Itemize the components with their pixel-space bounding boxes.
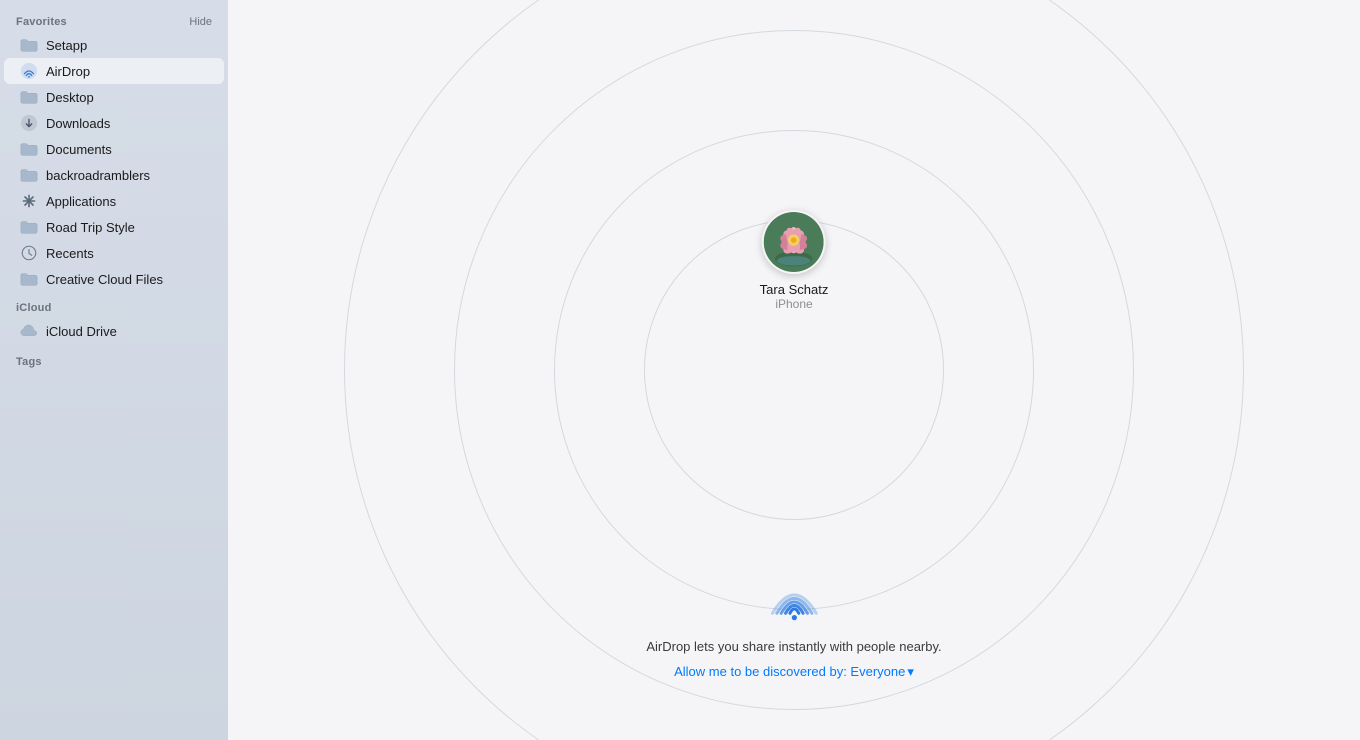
sidebar-item-recents-label: Recents (46, 246, 94, 261)
hide-button[interactable]: Hide (189, 16, 212, 28)
tags-header: Tags (0, 350, 228, 372)
contact-device: iPhone (775, 297, 812, 311)
sidebar-item-desktop[interactable]: Desktop (4, 84, 224, 110)
cloud-icon (20, 322, 38, 340)
sidebar-item-icloud-drive[interactable]: iCloud Drive (4, 318, 224, 344)
icloud-section: iCloud iCloud Drive (0, 296, 228, 344)
sidebar-item-downloads-label: Downloads (46, 116, 110, 131)
sidebar-item-documents[interactable]: Documents (4, 136, 224, 162)
airdrop-sidebar-icon (20, 62, 38, 80)
sidebar-item-creativecloud[interactable]: Creative Cloud Files (4, 266, 224, 292)
icloud-header: iCloud (0, 296, 228, 318)
folder-icon-documents (20, 140, 38, 158)
sidebar-item-applications-label: Applications (46, 194, 116, 209)
sidebar-item-recents[interactable]: Recents (4, 240, 224, 266)
contact-avatar (762, 210, 826, 274)
folder-icon (20, 36, 38, 54)
contact-card[interactable]: Tara Schatz iPhone (760, 210, 829, 311)
favorites-label: Favorites (16, 16, 67, 28)
sidebar-item-backroadramblers[interactable]: backroadramblers (4, 162, 224, 188)
contact-name: Tara Schatz (760, 282, 829, 297)
recents-icon (20, 244, 38, 262)
folder-icon-desktop (20, 88, 38, 106)
tags-section: Tags (0, 350, 228, 372)
airdrop-bottom-section: AirDrop lets you share instantly with pe… (646, 559, 941, 680)
sidebar-item-icloud-label: iCloud Drive (46, 324, 117, 339)
sidebar: Favorites Hide Setapp AirDrop (0, 0, 228, 740)
sidebar-item-desktop-label: Desktop (46, 90, 94, 105)
sidebar-item-airdrop[interactable]: AirDrop (4, 58, 224, 84)
sidebar-item-creativecloud-label: Creative Cloud Files (46, 272, 163, 287)
favorites-header: Favorites Hide (0, 10, 228, 32)
applications-icon (20, 192, 38, 210)
airdrop-discovery-link[interactable]: Allow me to be discovered by: Everyone▾ (674, 664, 914, 680)
sidebar-item-backroadramblers-label: backroadramblers (46, 168, 150, 183)
sidebar-item-applications[interactable]: Applications (4, 188, 224, 214)
sidebar-item-roadtrip[interactable]: Road Trip Style (4, 214, 224, 240)
sidebar-item-documents-label: Documents (46, 142, 112, 157)
icloud-label: iCloud (16, 302, 52, 314)
sidebar-item-roadtrip-label: Road Trip Style (46, 220, 135, 235)
sidebar-item-setapp-label: Setapp (46, 38, 87, 53)
main-content: Tara Schatz iPhone AirDrop lets you shar… (228, 0, 1360, 740)
downloads-icon (20, 114, 38, 132)
folder-icon-backroad (20, 166, 38, 184)
sidebar-item-setapp[interactable]: Setapp (4, 32, 224, 58)
airdrop-description: AirDrop lets you share instantly with pe… (646, 639, 941, 654)
sidebar-item-downloads[interactable]: Downloads (4, 110, 224, 136)
tags-label: Tags (16, 356, 42, 368)
folder-icon-cc (20, 270, 38, 288)
airdrop-main-icon (759, 559, 829, 629)
sidebar-item-airdrop-label: AirDrop (46, 64, 90, 79)
folder-icon-roadtrip (20, 218, 38, 236)
